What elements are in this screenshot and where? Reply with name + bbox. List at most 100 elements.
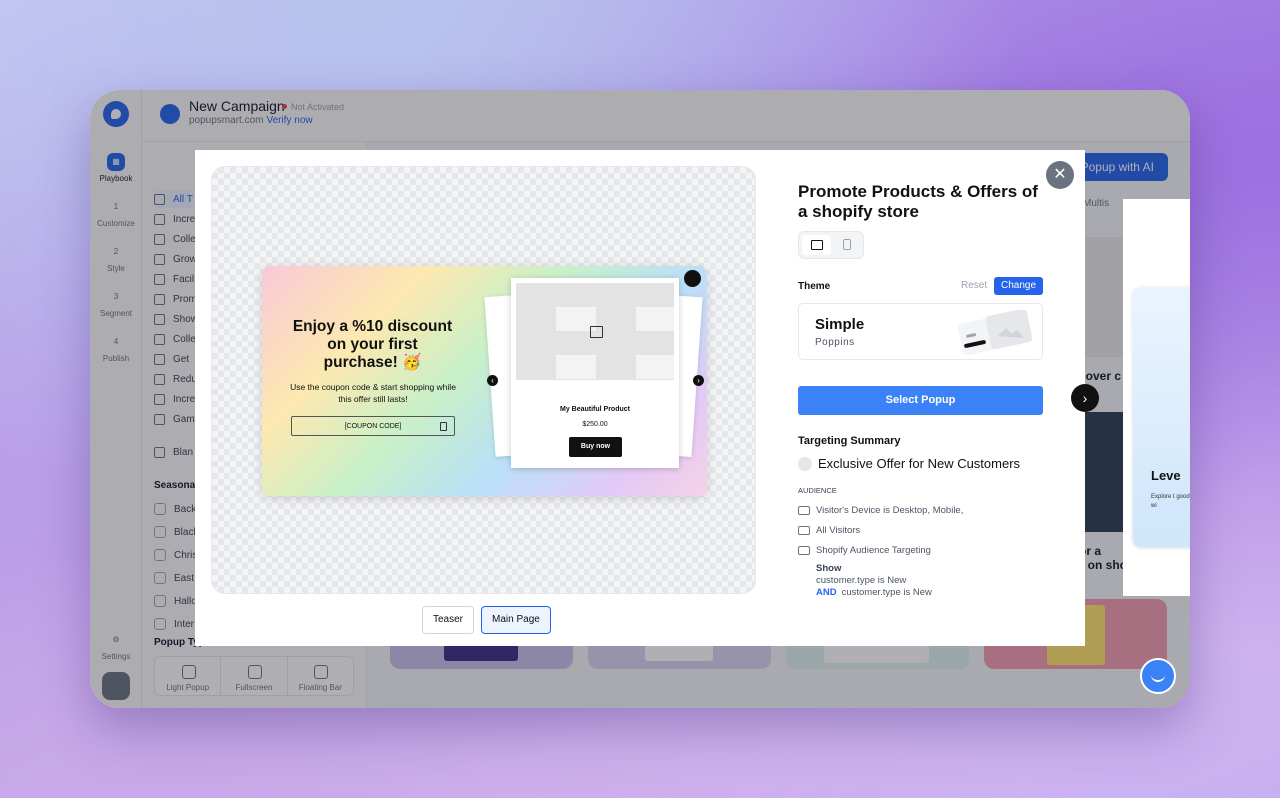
close-icon[interactable]: ✕ [1046, 161, 1074, 189]
product-price: $250.00 [582, 421, 608, 428]
seasonal-item[interactable]: Black [154, 523, 198, 541]
popup-type-fullscreen[interactable]: Fullscreen [221, 657, 288, 695]
segment-name: Exclusive Offer for New Customers [818, 456, 1021, 471]
copy-icon[interactable] [440, 422, 447, 431]
phone-icon [154, 353, 165, 365]
chart-icon [154, 213, 165, 225]
checkbox[interactable] [154, 595, 166, 607]
seasonal-heading: Seasonal [154, 480, 198, 491]
gear-icon: ⚙ [112, 635, 120, 644]
popup-headline: Enjoy a %10 discount on your first purch… [292, 318, 453, 371]
chat-icon[interactable] [1140, 658, 1176, 694]
and-operator: AND [816, 587, 837, 598]
show-label: Show [816, 563, 842, 574]
audience-item: Visitor's Device is Desktop, Mobile, [816, 505, 964, 516]
segment-icon [798, 457, 812, 471]
discount-icon [154, 373, 165, 385]
popup-type-floating-bar[interactable]: Floating Bar [288, 657, 353, 695]
image-icon [516, 283, 674, 380]
category-item[interactable]: Gam [154, 410, 195, 428]
category-item[interactable]: All T [154, 190, 194, 208]
change-theme-button[interactable]: Change [994, 277, 1043, 295]
tab-teaser[interactable]: Teaser [422, 606, 475, 634]
reset-theme-button[interactable]: Reset [961, 280, 987, 291]
view-tabs: Teaser Main Page [422, 606, 551, 634]
popup-close-icon[interactable] [684, 270, 701, 287]
targeting-summary-heading: Targeting Summary [798, 435, 901, 447]
checkbox[interactable] [154, 618, 166, 630]
category-item[interactable]: Redu [154, 370, 197, 388]
next-template-heading: Leve [1151, 468, 1181, 483]
blank-item[interactable]: Blan [154, 443, 193, 461]
users-icon [154, 393, 165, 405]
step-publish[interactable]: 4 Publish [90, 333, 142, 363]
template-preview-modal: Enjoy a %10 discount on your first purch… [195, 150, 1085, 646]
tab-main-page[interactable]: Main Page [481, 606, 551, 634]
header: New Campaign Not Activated popupsmart.co… [142, 90, 1190, 142]
category-item[interactable]: Show [154, 310, 198, 328]
template-details-panel: Promote Products & Offers of a shopify s… [798, 150, 1058, 646]
campaign-title[interactable]: New Campaign [189, 98, 285, 114]
verify-link[interactable]: Verify now [266, 115, 312, 126]
device-toggle [798, 231, 864, 259]
theme-illustration [957, 310, 1033, 356]
step-customize[interactable]: 1 Customize [90, 198, 142, 228]
checkbox[interactable] [154, 503, 166, 515]
buy-now-button[interactable]: Buy now [569, 437, 622, 457]
seasonal-item[interactable]: Chris [154, 546, 197, 564]
audience-item: Shopify Audience Targeting [816, 545, 931, 556]
blank-icon [154, 446, 165, 458]
category-item[interactable]: Incre [154, 390, 195, 408]
step-segment[interactable]: 3 Segment [90, 288, 142, 318]
seasonal-item[interactable]: Inter [154, 615, 194, 633]
theme-card[interactable]: Simple Poppins [798, 303, 1043, 360]
next-template-text: Explore t good wi [1151, 494, 1190, 509]
modal-title: Promote Products & Offers of a shopify s… [798, 182, 1038, 221]
coupon-field[interactable]: [COUPON CODE] [291, 416, 455, 436]
briefcase-icon[interactable] [102, 672, 130, 700]
settings-button[interactable]: ⚙ Settings [90, 631, 142, 661]
heart-icon [154, 273, 165, 285]
mobile-icon[interactable] [843, 239, 851, 250]
shopify-icon [798, 546, 810, 555]
popup-type-selector: Light Popup Fullscreen Floating Bar [154, 656, 354, 696]
seasonal-item[interactable]: East [154, 569, 194, 587]
condition-2: AND customer.type is New [816, 587, 932, 598]
mail-icon [154, 253, 165, 265]
bell-icon [154, 313, 165, 325]
category-item[interactable]: Colle [154, 230, 196, 248]
grid-icon [154, 193, 165, 205]
seasonal-item[interactable]: Hallo [154, 592, 197, 610]
theme-font: Poppins [815, 337, 855, 348]
category-item[interactable]: Incre [154, 210, 195, 228]
app-logo[interactable] [103, 101, 129, 127]
category-item[interactable]: Get [154, 350, 189, 368]
audience-label: AUDIENCE [798, 486, 837, 495]
checkbox[interactable] [154, 526, 166, 538]
popup-body-text: Use the coupon code & start shopping whi… [290, 382, 456, 404]
carousel-next-icon[interactable]: › [693, 375, 704, 386]
gamepad-icon [154, 413, 165, 425]
category-item[interactable]: Colle [154, 330, 196, 348]
laptop-icon[interactable] [802, 235, 831, 255]
status-badge: Not Activated [282, 102, 344, 112]
multistep-filter[interactable]: Multis [1083, 198, 1109, 209]
site-favicon [160, 104, 180, 124]
popup-type-light[interactable]: Light Popup [155, 657, 222, 695]
checkbox[interactable] [154, 549, 166, 561]
device-icon [798, 506, 810, 515]
step-style[interactable]: 2 Style [90, 243, 142, 273]
popup-preview-canvas: Enjoy a %10 discount on your first purch… [211, 166, 756, 594]
step-playbook[interactable]: ▦ Playbook [90, 153, 142, 183]
select-popup-button[interactable]: Select Popup [798, 386, 1043, 415]
step-rail: ▦ Playbook 1 Customize 2 Style 3 Segment 4 Pu… [90, 90, 142, 708]
chevron-right-icon[interactable]: › [1071, 384, 1099, 412]
next-template-peek[interactable]: Leve Explore t good wi [1123, 199, 1190, 596]
category-item[interactable]: Facil [154, 270, 194, 288]
visitors-icon [798, 526, 810, 535]
category-item[interactable]: Grow [154, 250, 197, 268]
category-item[interactable]: Prom [154, 290, 197, 308]
checkbox[interactable] [154, 572, 166, 584]
carousel-prev-icon[interactable]: ‹ [487, 375, 498, 386]
seasonal-item[interactable]: Back [154, 500, 196, 518]
